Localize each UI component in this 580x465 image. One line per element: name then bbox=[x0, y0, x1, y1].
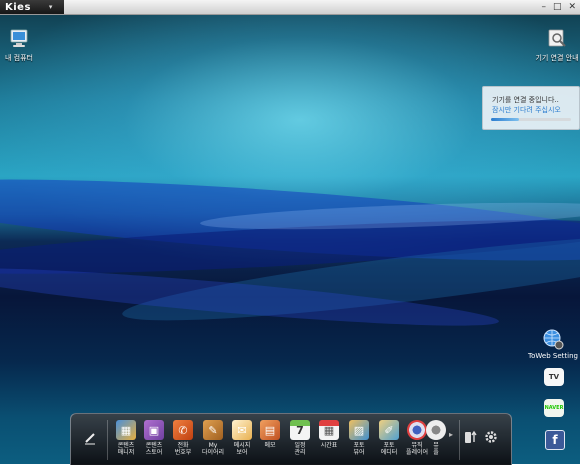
dock-label: 스토어 bbox=[145, 449, 163, 456]
photo-edit-icon: ✐ bbox=[379, 420, 399, 440]
gear-icon bbox=[485, 431, 497, 443]
dock-item-my-diary[interactable]: ✎ My 다이어리 bbox=[198, 420, 228, 456]
device-transfer-icon bbox=[465, 430, 477, 443]
facebook-badge: f bbox=[552, 433, 558, 447]
timetable-icon: ▦ bbox=[319, 420, 339, 440]
dock-label: 전화 bbox=[177, 442, 189, 449]
dock-label: 에디터 bbox=[380, 449, 398, 456]
toweb-setting-label: ToWeb Setting bbox=[528, 352, 578, 360]
dock-label: 일정 bbox=[294, 442, 306, 449]
naver-shortcut[interactable]: NAVER bbox=[542, 399, 566, 417]
search-device-icon bbox=[548, 29, 566, 47]
desktop-wallpaper bbox=[0, 0, 580, 464]
envelope-icon: ✉ bbox=[232, 420, 252, 440]
naver-badge: NAVER bbox=[544, 405, 564, 411]
toweb-setting-shortcut[interactable]: ToWeb Setting bbox=[528, 328, 578, 360]
status-submessage: 잠시만 기다려 주십시오 bbox=[492, 106, 561, 114]
connection-guide-label: 기기 연결 안내 bbox=[535, 54, 579, 62]
media-icon bbox=[426, 420, 446, 440]
connection-progress-fill bbox=[491, 118, 519, 121]
shopping-bag-icon: ▣ bbox=[144, 420, 164, 440]
photo-icon: ▨ bbox=[349, 420, 369, 440]
globe-gear-icon bbox=[543, 329, 564, 350]
edit-dock-button[interactable] bbox=[83, 430, 97, 449]
tv-icon: TV bbox=[544, 368, 564, 386]
dock-label: My bbox=[208, 442, 218, 449]
status-message: 기기를 연결 중입니다.. bbox=[492, 96, 559, 104]
dock-item-content-manager[interactable]: ▦ 콘텐츠 매니저 bbox=[111, 420, 141, 456]
tv-badge: TV bbox=[548, 373, 560, 381]
device-sync-button[interactable] bbox=[463, 429, 479, 449]
dock-label: 플레이어 bbox=[405, 449, 429, 456]
music-disc-icon bbox=[407, 420, 427, 440]
naver-icon: NAVER bbox=[544, 399, 564, 417]
my-computer-shortcut[interactable]: 내 컴퓨터 bbox=[2, 28, 36, 63]
facebook-shortcut[interactable]: f bbox=[544, 430, 566, 450]
tv-shortcut[interactable]: TV bbox=[542, 368, 566, 386]
dock-label: 메모 bbox=[264, 442, 276, 449]
facebook-icon: f bbox=[545, 430, 565, 450]
calendar-icon: 7 bbox=[290, 420, 310, 440]
phone-icon: ✆ bbox=[173, 420, 193, 440]
my-computer-label: 내 컴퓨터 bbox=[5, 54, 33, 62]
settings-button[interactable] bbox=[483, 429, 499, 449]
dock-item-messages[interactable]: ✉ 메시지 보어 bbox=[227, 420, 257, 456]
dock-label: 다이어리 bbox=[201, 449, 225, 456]
dock-label: 뮤직 bbox=[411, 442, 423, 449]
window-controls: – □ ✕ bbox=[541, 1, 576, 13]
scroll-right-icon[interactable]: ▸ bbox=[449, 430, 453, 439]
diary-icon: ✎ bbox=[203, 420, 223, 440]
connection-status-panel: 기기를 연결 중입니다.. 잠시만 기다려 주십시오 bbox=[482, 86, 580, 130]
dock-label: 뮤 bbox=[433, 442, 439, 449]
pencil-icon bbox=[85, 433, 95, 445]
memo-icon: ▤ bbox=[260, 420, 280, 440]
minimize-button[interactable]: – bbox=[541, 1, 546, 13]
dock-label: 뷰어 bbox=[353, 449, 365, 456]
computer-icon bbox=[10, 29, 28, 47]
app-menu-button[interactable]: Kies ▾ bbox=[0, 0, 64, 14]
dock-separator bbox=[107, 420, 108, 460]
dock-label: 시간표 bbox=[320, 442, 338, 449]
dock-item-photo-editor[interactable]: ✐ 포토 에디터 bbox=[374, 420, 404, 456]
app-title: Kies bbox=[5, 1, 31, 13]
dock-item-phonebook[interactable]: ✆ 전화 번호부 bbox=[168, 420, 198, 456]
dock-label: 메시지 bbox=[233, 442, 251, 449]
close-button[interactable]: ✕ bbox=[568, 1, 576, 13]
dock-item-content-store[interactable]: ▣ 콘텐츠 스토어 bbox=[139, 420, 169, 456]
dock-label: 매니저 bbox=[117, 449, 135, 456]
connection-progress-bar bbox=[491, 118, 571, 121]
dock-label: 콘텐츠 bbox=[145, 442, 163, 449]
calendar-day: 7 bbox=[296, 423, 304, 437]
dock-separator bbox=[459, 420, 460, 460]
dock-item-schedule[interactable]: 7 일정 관리 bbox=[285, 420, 315, 456]
dock-label: 보어 bbox=[236, 449, 248, 456]
content-manager-icon: ▦ bbox=[116, 420, 136, 440]
dock-label: 포토 bbox=[353, 442, 365, 449]
dock-item-memo[interactable]: ▤ 메모 bbox=[255, 420, 285, 449]
dock-label: 포토 bbox=[383, 442, 395, 449]
dock-item-photo-viewer[interactable]: ▨ 포토 뷰어 bbox=[344, 420, 374, 456]
connection-guide-shortcut[interactable]: 기기 연결 안내 bbox=[534, 28, 580, 63]
chevron-down-icon: ▾ bbox=[48, 3, 53, 11]
dock-item-timetable[interactable]: ▦ 시간표 bbox=[314, 420, 344, 449]
title-bar: Kies ▾ – □ ✕ bbox=[0, 0, 580, 15]
maximize-button[interactable]: □ bbox=[553, 1, 562, 13]
app-dock: ▦ 콘텐츠 매니저 ▣ 콘텐츠 스토어 ✆ 전화 번호부 ✎ My 다이어리 ✉… bbox=[70, 413, 512, 465]
dock-label: 콘텐츠 bbox=[117, 442, 135, 449]
dock-label: 번호부 bbox=[174, 449, 192, 456]
dock-item-partial[interactable]: 뮤 플 bbox=[426, 420, 446, 456]
dock-label: 플 bbox=[433, 449, 439, 456]
dock-label: 관리 bbox=[294, 449, 306, 456]
